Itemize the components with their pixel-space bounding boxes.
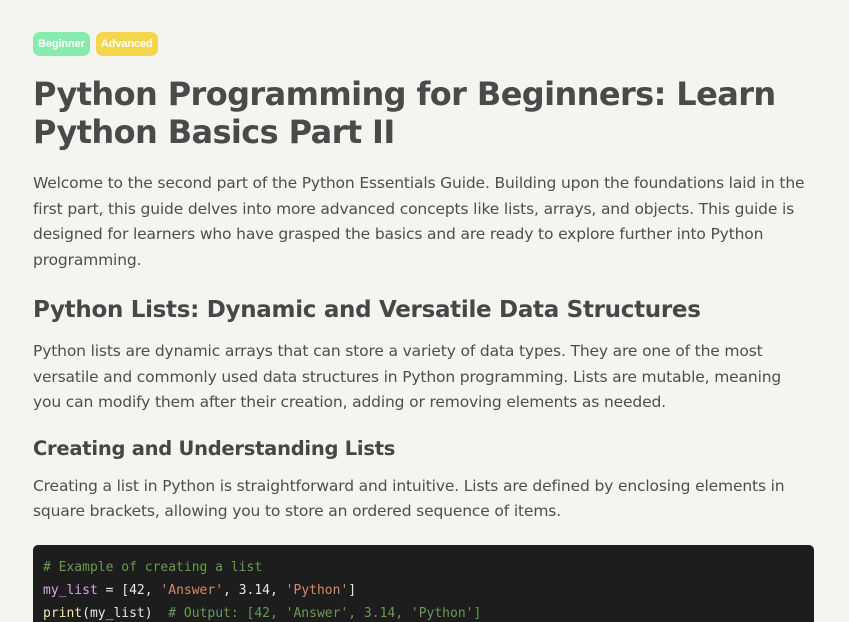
code-string: 'Python' [285,582,349,598]
code-gap [153,606,169,621]
code-number: 42 [129,582,145,598]
tag-advanced[interactable]: Advanced [95,32,158,56]
lists-paragraph: Python lists are dynamic arrays that can… [33,342,782,411]
code-comment: # Output: [42, 'Answer', 3.14, 'Python'] [168,605,482,621]
code-operator: = [ [97,582,130,598]
article-page: Beginner Advanced Python Programming for… [0,0,849,622]
intro-paragraph: Welcome to the second part of the Python… [33,174,805,269]
code-line-2: my_list = [42, 'Answer', 3.14, 'Python'] [43,579,804,602]
code-function: print [43,605,83,621]
code-string: 'Answer' [160,582,224,598]
code-variable: my_list [43,582,98,598]
creating-paragraph: Creating a list in Python is straightfor… [33,476,785,521]
code-separator: , [144,582,161,598]
code-comment: # Example of creating a list [43,559,263,575]
code-line-3: print(my_list) # Output: [42, 'Answer', … [43,602,804,622]
code-number: 3.14 [238,582,271,598]
section-heading-lists: Python Lists: Dynamic and Versatile Data… [33,297,701,323]
tag-list: Beginner Advanced [33,32,813,56]
code-separator: , [270,582,286,598]
code-bracket: ] [348,582,357,598]
code-separator: , [223,582,239,598]
subsection-heading-creating: Creating and Understanding Lists [33,436,396,460]
code-arguments: (my_list) [82,605,153,621]
code-block[interactable]: # Example of creating a list my_list = [4… [33,544,814,622]
code-line-1: # Example of creating a list [43,556,804,579]
tag-beginner[interactable]: Beginner [33,32,90,56]
page-title: Python Programming for Beginners: Learn … [33,75,776,151]
